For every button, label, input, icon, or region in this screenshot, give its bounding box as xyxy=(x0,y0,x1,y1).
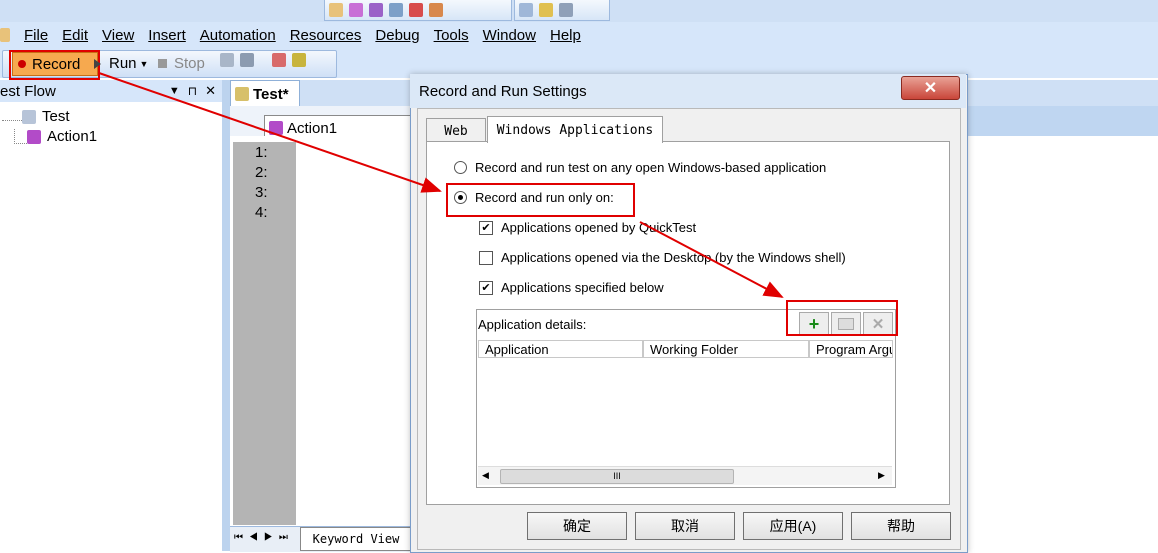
line-number: 1: xyxy=(255,144,268,161)
dialog-titlebar: Record and Run Settings xyxy=(410,74,966,108)
check-desktop-apps[interactable]: Applications opened via the Desktop (by … xyxy=(479,250,846,265)
tab-test-label: Test* xyxy=(253,85,289,103)
record-analog-icon[interactable] xyxy=(220,53,234,67)
application-details-label: Application details: xyxy=(478,317,587,332)
radio-highlight-box xyxy=(446,183,635,217)
run-icon xyxy=(94,58,101,69)
tree-root[interactable]: Test xyxy=(2,108,70,125)
menu-resources[interactable]: Resources xyxy=(290,27,362,44)
editor-right-strip xyxy=(966,106,1158,136)
tab-windows-applications[interactable]: Windows Applications xyxy=(487,116,663,143)
toolbar-extra-icons xyxy=(220,53,306,67)
stop-icon xyxy=(158,59,167,68)
radio-any-application[interactable]: Record and run test on any open Windows-… xyxy=(454,160,826,175)
scroll-right-icon[interactable]: ▶ xyxy=(878,470,885,481)
run-button[interactable]: Run ▼ xyxy=(94,55,148,72)
test-flow-header: est Flow ▼ ⊓ ✕ xyxy=(0,80,222,102)
menu-window[interactable]: Window xyxy=(483,27,536,44)
checkbox-checked[interactable]: ✔ xyxy=(479,280,493,295)
tree-child-label: Action1 xyxy=(47,128,98,145)
spy-icon[interactable] xyxy=(389,3,403,17)
function-icon[interactable] xyxy=(349,3,363,17)
menu-insert[interactable]: Insert xyxy=(148,27,186,44)
app-icon xyxy=(0,28,10,42)
dialog-title: Record and Run Settings xyxy=(419,83,587,100)
menu-tools[interactable]: Tools xyxy=(434,27,469,44)
run-label: Run xyxy=(109,55,137,72)
tab-web[interactable]: Web xyxy=(426,118,486,143)
radio-circle[interactable] xyxy=(454,161,467,174)
edit-icon[interactable] xyxy=(539,3,553,17)
step-out-icon[interactable] xyxy=(429,3,443,17)
radio-any-label: Record and run test on any open Windows-… xyxy=(475,160,827,175)
scroll-thumb[interactable]: III xyxy=(500,469,734,484)
top-toolbar-group-2 xyxy=(514,0,610,21)
close-icon[interactable]: ✕ xyxy=(205,83,216,99)
test-icon xyxy=(22,109,36,124)
menu-help[interactable]: Help xyxy=(550,27,581,44)
record-highlight-box xyxy=(9,50,100,80)
action-icon xyxy=(269,121,283,135)
menu-view[interactable]: View xyxy=(102,27,134,44)
help-button[interactable]: 帮助 xyxy=(851,512,951,540)
pointer-icon[interactable] xyxy=(240,53,254,67)
line-number: 3: xyxy=(255,184,268,201)
dialog-close-button[interactable]: ✕ xyxy=(901,76,960,100)
pointer-icon[interactable] xyxy=(559,3,573,17)
menu-file[interactable]: File xyxy=(24,27,48,44)
chevron-down-icon: ▼ xyxy=(139,58,149,69)
column-working-folder[interactable]: Working Folder xyxy=(643,340,809,358)
menu-debug[interactable]: Debug xyxy=(375,27,419,44)
menu-bar: File Edit View Insert Automation Resourc… xyxy=(0,22,1158,48)
apply-button[interactable]: 应用(A) xyxy=(743,512,843,540)
ok-button[interactable]: 确定 xyxy=(527,512,627,540)
line-number: 2: xyxy=(255,164,268,181)
buttons-highlight-box xyxy=(786,300,898,336)
check-desktop-label: Applications opened via the Desktop (by … xyxy=(501,250,846,265)
panel-splitter[interactable] xyxy=(222,80,230,551)
test-document-icon xyxy=(235,87,249,101)
checkbox-unchecked[interactable] xyxy=(479,250,493,265)
checkbox-checked[interactable]: ✔ xyxy=(479,220,493,235)
check-specified-apps[interactable]: ✔ Applications specified below xyxy=(479,280,664,295)
column-application[interactable]: Application xyxy=(478,340,643,358)
new-test-icon[interactable] xyxy=(329,3,343,17)
editor-right-area xyxy=(966,136,1158,551)
menu-edit[interactable]: Edit xyxy=(62,27,88,44)
stop-record-icon[interactable] xyxy=(272,53,286,67)
check-quicktest-apps[interactable]: ✔ Applications opened by QuickTest xyxy=(479,220,696,235)
pin-icon[interactable]: ⊓ xyxy=(188,84,197,98)
panel-menu-icon[interactable]: ▼ xyxy=(169,85,180,97)
horizontal-scrollbar[interactable]: ◀ III ▶ xyxy=(478,466,892,485)
application-list[interactable] xyxy=(478,358,892,466)
tree-root-label: Test xyxy=(42,108,70,125)
checkpoint-icon[interactable] xyxy=(292,53,306,67)
keyword-view-tab[interactable]: Keyword View xyxy=(300,527,412,551)
panel-title: est Flow xyxy=(0,82,56,100)
line-number-gutter: 1: 2: 3: 4: xyxy=(233,142,296,525)
tree-child-action[interactable]: Action1 xyxy=(14,128,97,145)
tab-test[interactable]: Test* xyxy=(230,80,300,107)
stop-button[interactable]: Stop xyxy=(158,55,205,72)
menu-automation[interactable]: Automation xyxy=(200,27,276,44)
list-icon[interactable] xyxy=(519,3,533,17)
action-selector-label: Action1 xyxy=(287,119,338,137)
action-icon xyxy=(27,129,41,144)
step-into-icon[interactable] xyxy=(409,3,423,17)
check-quicktest-label: Applications opened by QuickTest xyxy=(501,220,697,235)
line-number: 4: xyxy=(255,204,268,221)
tab-scroll-arrows-icon[interactable]: ⏮◀▶⏭ xyxy=(234,532,294,543)
test-flow-panel: Test Action1 xyxy=(0,102,222,551)
stop-label: Stop xyxy=(174,55,205,72)
column-program-arguments[interactable]: Program Argu xyxy=(809,340,893,358)
object-repository-icon[interactable] xyxy=(369,3,383,17)
scroll-left-icon[interactable]: ◀ xyxy=(482,470,489,481)
check-specified-label: Applications specified below xyxy=(501,280,664,295)
top-toolbar-group-1 xyxy=(324,0,512,21)
cancel-button[interactable]: 取消 xyxy=(635,512,735,540)
